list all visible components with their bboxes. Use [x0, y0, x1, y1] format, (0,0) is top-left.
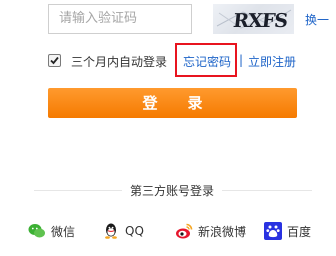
checkmark-icon [50, 56, 59, 65]
weibo-icon [175, 222, 193, 240]
baidu-login[interactable]: 百度 [264, 221, 311, 241]
qq-label: QQ [125, 224, 144, 238]
third-party-title: 第三方账号登录 [122, 182, 223, 199]
baidu-icon [264, 222, 282, 240]
refresh-captcha-link[interactable]: 换一 [305, 11, 329, 28]
baidu-label: 百度 [287, 224, 312, 239]
captcha-image[interactable]: RXFS [213, 4, 294, 34]
captcha-text: RXFS [232, 10, 288, 32]
wechat-login[interactable]: 微信 [28, 221, 75, 241]
register-link[interactable]: 立即注册 [248, 53, 296, 70]
weibo-login[interactable]: 新浪微博 [175, 221, 246, 241]
link-divider: | [239, 53, 244, 67]
forgot-password-link[interactable]: 忘记密码 [183, 53, 231, 70]
qq-login[interactable]: QQ [102, 221, 144, 241]
remember-label: 三个月内自动登录 [71, 55, 168, 69]
remember-checkbox[interactable] [48, 54, 61, 67]
captcha-input[interactable]: 请输入验证码 [48, 4, 192, 34]
login-button[interactable]: 登录 [48, 88, 297, 118]
qq-icon [102, 222, 120, 240]
weibo-label: 新浪微博 [198, 224, 247, 239]
wechat-icon [28, 222, 46, 240]
wechat-label: 微信 [51, 224, 76, 239]
